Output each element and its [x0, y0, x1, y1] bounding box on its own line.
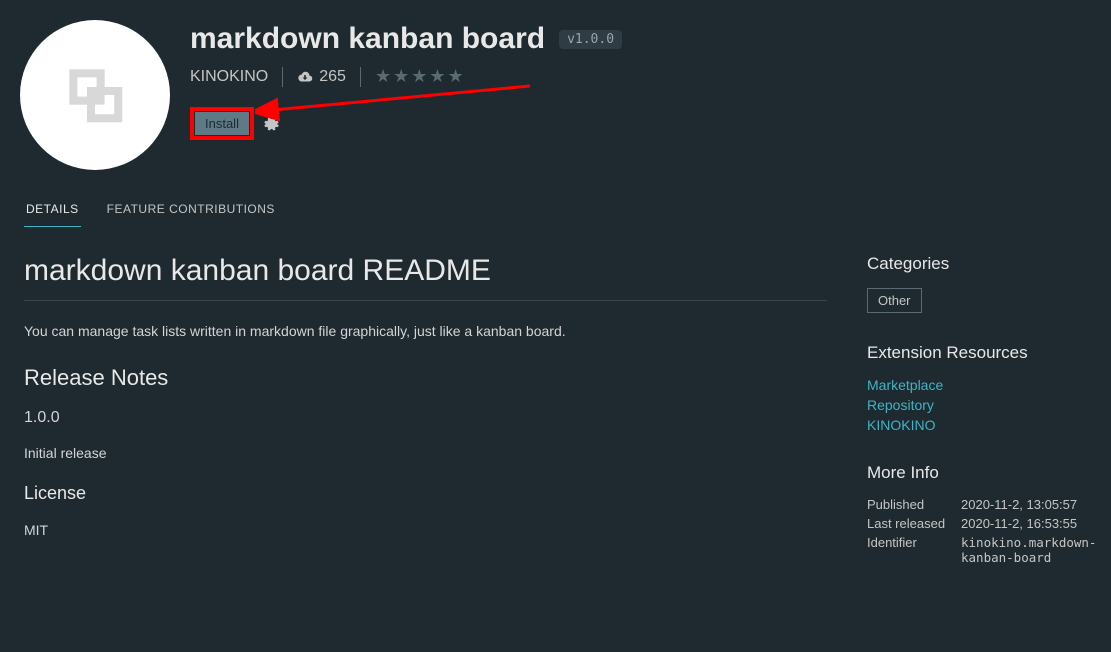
tab-feature-contributions[interactable]: FEATURE CONTRIBUTIONS — [105, 194, 277, 227]
release-note-text: Initial release — [24, 445, 827, 461]
details-pane: markdown kanban board README You can man… — [24, 254, 827, 595]
manage-gear-button[interactable] — [262, 115, 280, 133]
moreinfo-grid: Published 2020-11-2, 13:05:57 Last relea… — [867, 497, 1087, 565]
lastreleased-label: Last released — [867, 516, 957, 531]
moreinfo-heading: More Info — [867, 463, 1087, 483]
publisher-name[interactable]: KINOKINO — [190, 68, 268, 86]
download-value: 265 — [319, 68, 346, 86]
published-value: 2020-11-2, 13:05:57 — [961, 497, 1096, 512]
published-label: Published — [867, 497, 957, 512]
release-version: 1.0.0 — [24, 409, 827, 427]
link-marketplace[interactable]: Marketplace — [867, 377, 1087, 393]
link-repository[interactable]: Repository — [867, 397, 1087, 413]
tab-bar: DETAILS FEATURE CONTRIBUTIONS — [0, 194, 1111, 228]
extension-title: markdown kanban board — [190, 22, 545, 56]
identifier-label: Identifier — [867, 535, 957, 565]
cloud-download-icon — [297, 69, 313, 85]
extension-meta: markdown kanban board v1.0.0 KINOKINO 26… — [190, 20, 1101, 170]
identifier-value: kinokino.markdown-kanban-board — [961, 535, 1096, 565]
lastreleased-value: 2020-11-2, 16:53:55 — [961, 516, 1096, 531]
extension-icon — [20, 20, 170, 170]
version-badge: v1.0.0 — [559, 30, 622, 49]
readme-description: You can manage task lists written in mar… — [24, 323, 827, 339]
license-value: MIT — [24, 522, 827, 538]
install-button[interactable]: Install — [195, 112, 249, 135]
rating-stars[interactable]: ★★★★★ — [375, 66, 466, 87]
readme-title: markdown kanban board README — [24, 254, 827, 301]
separator — [282, 67, 283, 87]
separator — [360, 67, 361, 87]
link-publisher[interactable]: KINOKINO — [867, 417, 1087, 433]
categories-heading: Categories — [867, 254, 1087, 274]
license-heading: License — [24, 483, 827, 504]
gear-icon — [262, 115, 280, 133]
tab-details[interactable]: DETAILS — [24, 194, 81, 227]
category-chip[interactable]: Other — [867, 288, 922, 313]
resources-heading: Extension Resources — [867, 343, 1087, 363]
package-icon — [55, 55, 135, 135]
release-notes-heading: Release Notes — [24, 365, 827, 391]
annotation-highlight: Install — [190, 107, 254, 140]
sidebar: Categories Other Extension Resources Mar… — [867, 254, 1087, 595]
download-count: 265 — [297, 68, 346, 86]
extension-header: markdown kanban board v1.0.0 KINOKINO 26… — [0, 0, 1111, 190]
